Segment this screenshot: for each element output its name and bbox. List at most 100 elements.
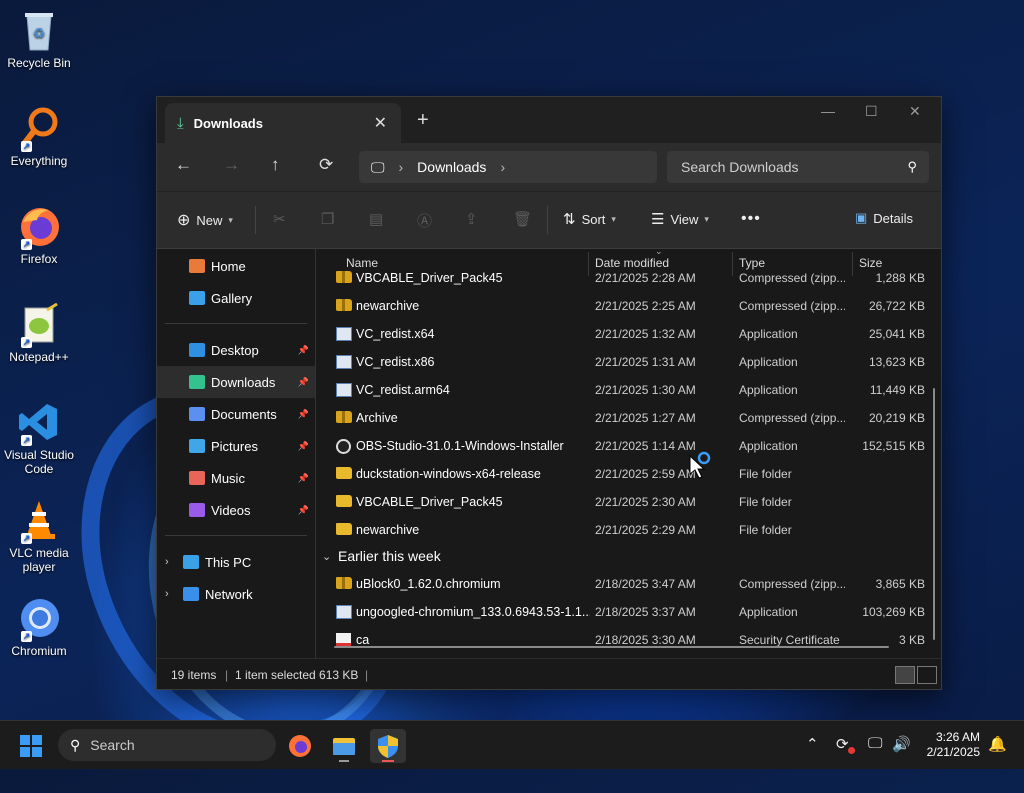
file-row[interactable]: VC_redist.arm64 2/21/2025 1:30 AM Applicat… — [316, 375, 941, 403]
desktop-icon-notepadpp[interactable]: ↗ Notepad++ — [0, 302, 78, 364]
file-rows-earlier: uBlock0_1.62.0.chromium 2/18/2025 3:47 AM… — [316, 569, 941, 653]
show-hidden-icons-button[interactable]: ⌃ — [806, 735, 819, 753]
desktop-icon-everything[interactable]: ↗ Everything — [0, 106, 78, 168]
more-options-button[interactable]: ••• — [741, 210, 761, 228]
app-icon — [336, 355, 352, 369]
forward-button[interactable]: → — [223, 155, 240, 175]
sidebar-item-desktop[interactable]: Desktop 📌 — [157, 334, 315, 366]
sidebar-item-label: Home — [211, 258, 246, 274]
up-button[interactable]: ↑ — [271, 155, 280, 175]
file-name: uBlock0_1.62.0.chromium — [356, 577, 501, 591]
taskbar-search[interactable]: ⚲ Search — [58, 729, 276, 761]
file-name: ca — [356, 633, 370, 647]
file-row[interactable]: uBlock0_1.62.0.chromium 2/18/2025 3:47 AM… — [316, 569, 941, 597]
breadcrumb-downloads[interactable]: Downloads — [417, 159, 486, 175]
file-list: Name Date modified Type Size ⌄ VBCABLE_D… — [316, 248, 941, 658]
sidebar-item-videos[interactable]: Videos 📌 — [157, 494, 315, 526]
desktop-icon — [189, 343, 205, 357]
new-button[interactable]: ⊕ New ▾ — [177, 210, 233, 230]
file-row[interactable]: VBCABLE_Driver_Pack45 2/21/2025 2:28 AM Co… — [316, 263, 941, 291]
sidebar-item-documents[interactable]: Documents 📌 — [157, 398, 315, 430]
share-button[interactable]: ⇪ — [465, 210, 478, 228]
sidebar-item-pictures[interactable]: Pictures 📌 — [157, 430, 315, 462]
refresh-button[interactable]: ⟳ — [319, 155, 333, 175]
sidebar-divider — [165, 323, 307, 324]
file-row[interactable]: newarchive 2/21/2025 2:25 AM Compressed (z… — [316, 291, 941, 319]
rename-button[interactable]: Ⓐ — [417, 210, 432, 231]
desktop-icon-vlc[interactable]: ↗ VLC media player — [0, 498, 78, 574]
new-tab-button[interactable]: + — [417, 109, 429, 132]
file-type: Application — [739, 605, 798, 619]
chevron-right-icon[interactable]: › — [500, 159, 505, 175]
search-box[interactable]: Search Downloads ⚲ — [667, 151, 929, 183]
file-row[interactable]: VBCABLE_Driver_Pack45 2/21/2025 2:30 AM Fi… — [316, 487, 941, 515]
network-icon[interactable]: 🖵 — [868, 735, 882, 752]
file-row[interactable]: ca 2/18/2025 3:30 AM Security Certificate 3… — [316, 625, 941, 653]
back-button[interactable]: ← — [175, 155, 192, 175]
sort-button[interactable]: ⇅ Sort ▾ — [563, 210, 616, 228]
chevron-right-icon[interactable]: › — [399, 159, 404, 175]
desktop-icon-firefox[interactable]: ↗ Firefox — [0, 204, 78, 266]
search-input[interactable]: Search Downloads — [681, 159, 907, 175]
file-type: Compressed (zipp... — [739, 271, 845, 285]
group-header-earlier-this-week[interactable]: ⌄ Earlier this week — [316, 543, 941, 569]
volume-icon[interactable]: 🔊 — [892, 735, 911, 753]
details-button[interactable]: ▣ Details — [855, 210, 913, 226]
sidebar-item-music[interactable]: Music 📌 — [157, 462, 315, 494]
file-row[interactable]: duckstation-windows-x64-release 2/21/2025… — [316, 459, 941, 487]
start-button[interactable] — [20, 735, 42, 757]
sidebar-item-label: Gallery — [211, 290, 253, 306]
vertical-scrollbar[interactable] — [933, 388, 935, 640]
status-divider: | — [365, 668, 369, 682]
firefox-icon — [289, 735, 311, 757]
file-type: Application — [739, 439, 798, 453]
file-row[interactable]: VC_redist.x64 2/21/2025 1:32 AM Applicatio… — [316, 319, 941, 347]
taskbar-firefox[interactable] — [282, 729, 318, 763]
maximize-button[interactable]: ☐ — [865, 103, 878, 120]
taskbar: ⚲ Search ⌃ ⟳ 🖵 🔊 3:26 AM 2/21/2025 🔔 — [0, 720, 1024, 769]
desktop-icon-vscode[interactable]: ↗ Visual Studio Code — [0, 400, 78, 476]
desktop-icon-recycle-bin[interactable]: ♻ Recycle Bin — [0, 8, 78, 70]
toolbar-divider — [255, 206, 256, 234]
details-pane-icon: ▣ — [855, 210, 868, 225]
delete-button[interactable]: 🗑 — [513, 210, 532, 228]
cut-button[interactable]: ✂ — [273, 210, 286, 228]
sidebar-item-home[interactable]: Home — [157, 250, 315, 282]
desktop-icon-label: VLC media player — [9, 546, 69, 574]
tiles-view-toggle[interactable] — [917, 666, 937, 684]
sync-error-icon[interactable]: ⟳ — [836, 735, 849, 753]
chevron-right-icon[interactable]: › — [165, 588, 181, 600]
file-row[interactable]: Archive 2/21/2025 1:27 AM Compressed (zipp… — [316, 403, 941, 431]
taskbar-security-app[interactable] — [370, 729, 406, 763]
search-icon: ⚲ — [70, 736, 81, 753]
close-window-button[interactable]: ✕ — [909, 103, 921, 120]
sidebar-item-downloads[interactable]: Downloads 📌 — [157, 366, 315, 398]
file-row[interactable]: OBS-Studio-31.0.1-Windows-Installer 2/21/… — [316, 431, 941, 459]
sidebar-item-this-pc[interactable]: › This PC — [157, 546, 315, 578]
file-type: Application — [739, 327, 798, 341]
chevron-right-icon[interactable]: › — [165, 556, 181, 568]
minimize-button[interactable]: — — [821, 103, 835, 119]
notification-bell-icon[interactable]: 🔔 — [988, 735, 1007, 753]
file-row[interactable]: ungoogled-chromium_133.0.6943.53-1.1... 2… — [316, 597, 941, 625]
file-size: 13,623 KB — [868, 355, 925, 369]
file-row[interactable]: newarchive 2/21/2025 2:29 AM File folder — [316, 515, 941, 543]
copy-button[interactable]: ❐ — [321, 210, 334, 228]
sidebar-item-label: This PC — [205, 554, 252, 570]
item-count: 19 items — [171, 668, 217, 682]
close-tab-icon[interactable]: ✕ — [374, 113, 387, 133]
desktop-icon-label: Notepad++ — [9, 350, 69, 364]
system-clock[interactable]: 3:26 AM 2/21/2025 — [914, 730, 980, 760]
view-button[interactable]: ☰ View ▾ — [651, 210, 709, 228]
sidebar-item-network[interactable]: › Network — [157, 578, 315, 610]
paste-button[interactable]: ▤ — [369, 210, 383, 228]
taskbar-file-explorer[interactable] — [326, 729, 362, 763]
address-bar[interactable]: 🖵 › Downloads › — [359, 151, 657, 183]
tab-downloads[interactable]: ⤓ Downloads ✕ — [165, 103, 401, 143]
details-view-toggle[interactable] — [895, 666, 915, 684]
horizontal-scrollbar[interactable] — [334, 646, 889, 648]
sidebar-item-gallery[interactable]: Gallery — [157, 282, 315, 314]
desktop-icon-chromium[interactable]: ↗ Chromium — [0, 596, 78, 658]
file-row[interactable]: VC_redist.x86 2/21/2025 1:31 AM Applicatio… — [316, 347, 941, 375]
zip-icon — [336, 271, 352, 283]
